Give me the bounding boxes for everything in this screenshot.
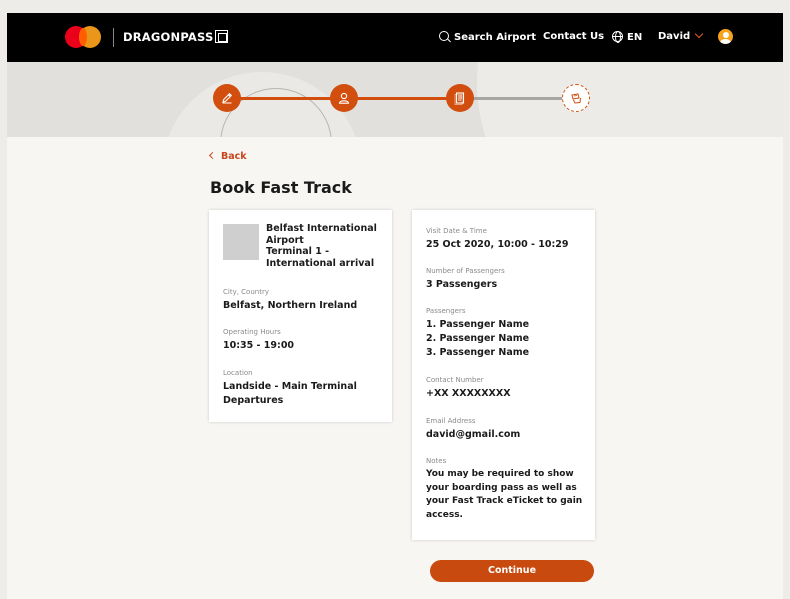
step-4-current[interactable] (562, 84, 590, 112)
language-selector[interactable]: EN (612, 31, 642, 43)
passenger-list-item: 2. Passenger Name (426, 333, 530, 344)
location-line: Landside - Main Terminal (223, 381, 357, 392)
dragonpass-logo[interactable]: DRAGONPASS (123, 30, 229, 44)
mastercard-logo[interactable] (65, 26, 101, 48)
language-label: EN (627, 32, 643, 43)
contact-number-label: Contact Number (426, 376, 484, 384)
notes-label: Notes (426, 457, 447, 465)
location-label: Location (223, 369, 253, 377)
passenger-list: 1. Passenger Name 2. Passenger Name 3. P… (426, 318, 586, 360)
user-name: David (658, 31, 691, 42)
operating-hours-value: 10:35 - 19:00 (223, 340, 295, 351)
user-menu[interactable]: David (658, 29, 704, 42)
step-1[interactable] (213, 84, 241, 112)
pencil-icon (222, 92, 233, 104)
ticket-hand-icon (571, 93, 581, 104)
avatar-icon[interactable] (718, 29, 733, 44)
chevron-left-icon (208, 151, 217, 160)
airport-name-line: Belfast International (266, 223, 377, 234)
booking-summary-card: Visit Date & Time 25 Oct 2020, 10:00 - 1… (412, 210, 595, 540)
notes-line: access. (426, 509, 463, 520)
location-value: Landside - Main Terminal Departures (223, 380, 383, 408)
passenger-count-label: Number of Passengers (426, 267, 505, 275)
passenger-list-item: 1. Passenger Name (426, 319, 530, 330)
city-country-value: Belfast, Northern Ireland (223, 300, 358, 311)
chevron-down-icon (694, 29, 704, 39)
passenger-count-value: 3 Passengers (426, 279, 498, 290)
email-address-label: Email Address (426, 417, 476, 425)
notes-line: You may be required to show (426, 469, 574, 479)
back-link[interactable]: Back (208, 151, 247, 162)
location-line: Departures (223, 395, 284, 406)
stepper-line-pending (467, 97, 577, 100)
brand-text: DRAGONPASS (123, 30, 214, 44)
continue-button[interactable]: Continue (430, 560, 594, 582)
top-header: DRAGONPASS Search Airport Contact Us EN … (7, 13, 783, 62)
search-icon (439, 31, 449, 41)
notes-line: your Fast Track eTicket to gain (426, 496, 583, 506)
contact-us-label: Contact Us (543, 31, 605, 42)
page: DRAGONPASS Search Airport Contact Us EN … (7, 13, 783, 599)
passenger-list-item: 3. Passenger Name (426, 347, 530, 358)
dragonpass-mark-icon (215, 30, 229, 43)
airport-name: Belfast International Airport Terminal 1… (266, 223, 386, 269)
step-2[interactable] (330, 84, 358, 112)
airport-details-card: Belfast International Airport Terminal 1… (209, 210, 392, 422)
airport-name-line: International arrival (266, 257, 375, 269)
visit-date-value: 25 Oct 2020, 10:00 - 10:29 (426, 239, 569, 250)
logo-divider (113, 28, 114, 47)
airport-name-line: Terminal 1 - (266, 246, 330, 257)
notes-text: You may be required to show your boardin… (426, 468, 586, 522)
back-label: Back (221, 151, 247, 162)
user-icon (338, 92, 350, 104)
progress-stepper (7, 62, 783, 137)
search-airport-link[interactable]: Search Airport (439, 31, 536, 43)
mastercard-overlap (79, 28, 87, 46)
airport-thumbnail (223, 224, 259, 260)
contact-number-value: +XX XXXXXXXX (426, 388, 511, 399)
globe-icon (612, 31, 623, 43)
city-country-label: City, Country (223, 288, 269, 296)
page-title: Book Fast Track (210, 178, 352, 197)
search-airport-label: Search Airport (454, 32, 537, 43)
operating-hours-label: Operating Hours (223, 328, 281, 336)
step-3[interactable] (446, 84, 474, 112)
visit-date-label: Visit Date & Time (426, 227, 487, 235)
airport-name-line: Airport (266, 234, 304, 246)
contact-us-link[interactable]: Contact Us (543, 31, 604, 42)
passengers-label: Passengers (426, 307, 466, 315)
document-icon (454, 92, 465, 105)
notes-line: your boarding pass as well as (426, 482, 577, 493)
email-address-value: david@gmail.com (426, 429, 521, 440)
